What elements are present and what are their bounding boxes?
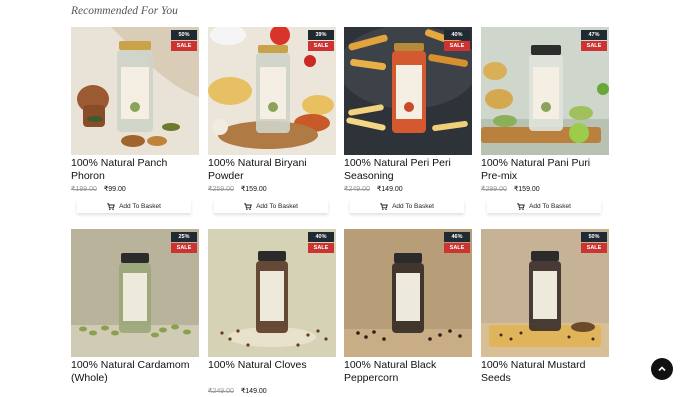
original-price: ₹249.00 — [344, 186, 370, 193]
product-image[interactable]: 47% SALE — [481, 27, 609, 155]
product-name[interactable]: 100% Natural Black Peppercorn — [344, 359, 472, 384]
discount-badge: 50% — [171, 30, 197, 40]
sale-price: ₹159.00 — [513, 186, 540, 193]
product-name[interactable]: 100% Natural Biryani Powder — [208, 157, 336, 182]
price-row: ₹249.00 ₹149.00 — [344, 185, 472, 195]
discount-badge: 46% — [444, 232, 470, 242]
product-image[interactable]: 39% SALE — [208, 27, 336, 155]
sale-price: ₹159.00 — [240, 186, 267, 193]
original-price: ₹199.00 — [71, 186, 97, 193]
product-name[interactable]: 100% Natural Cardamom (Whole) — [71, 359, 199, 384]
sale-badge: SALE — [171, 41, 197, 51]
scroll-to-top-button[interactable] — [651, 358, 673, 380]
sale-badge: SALE — [171, 243, 197, 253]
add-to-basket-label: Add To Basket — [256, 203, 298, 210]
product-name[interactable]: 100% Natural Peri Peri Seasoning — [344, 157, 472, 182]
product-name[interactable]: 100% Natural Panch Phoron — [71, 157, 199, 182]
product-card-cardamom-whole[interactable]: 25% SALE 100% Natural Cardamom (Whole) — [71, 229, 199, 384]
price-row: ₹299.00 ₹159.00 — [481, 185, 609, 195]
discount-badge: 25% — [171, 232, 197, 242]
product-image[interactable]: 40% SALE — [208, 229, 336, 357]
shopping-cart-icon — [517, 202, 525, 210]
add-to-basket-label: Add To Basket — [392, 203, 434, 210]
price-row: ₹199.00 ₹99.00 — [71, 185, 199, 195]
add-to-basket-button[interactable]: Add To Basket — [77, 200, 191, 213]
product-card-panch-phoron[interactable]: 50% SALE 100% Natural Panch Phoron ₹199.… — [71, 27, 199, 213]
discount-badge: 40% — [444, 30, 470, 40]
product-image[interactable]: 40% SALE — [344, 27, 472, 155]
discount-badge: 39% — [308, 30, 334, 40]
sale-badge: SALE — [308, 41, 334, 51]
add-to-basket-button[interactable]: Add To Basket — [487, 200, 601, 213]
add-to-basket-label: Add To Basket — [529, 203, 571, 210]
add-to-basket-button[interactable]: Add To Basket — [350, 200, 464, 213]
product-name[interactable]: 100% Natural Cloves — [208, 359, 336, 384]
product-image[interactable]: 50% SALE — [71, 27, 199, 155]
product-image[interactable]: 25% SALE — [71, 229, 199, 357]
original-price: ₹299.00 — [481, 186, 507, 193]
price-row: ₹249.00 ₹149.00 — [208, 387, 336, 397]
shopping-cart-icon — [244, 202, 252, 210]
product-card-pani-puri-premix[interactable]: 47% SALE 100% Natural Pani Puri Pre-mix … — [481, 27, 609, 213]
sale-badge: SALE — [581, 41, 607, 51]
product-image[interactable]: 50% SALE — [481, 229, 609, 357]
shopping-cart-icon — [107, 202, 115, 210]
section-title: Recommended For You — [71, 5, 178, 17]
shopping-cart-icon — [380, 202, 388, 210]
product-card-cloves[interactable]: 40% SALE 100% Natural Cloves ₹249.00 ₹14… — [208, 229, 336, 397]
sale-badge: SALE — [308, 243, 334, 253]
original-price: ₹249.00 — [208, 388, 234, 395]
sale-price: ₹149.00 — [376, 186, 403, 193]
price-row: ₹259.00 ₹159.00 — [208, 185, 336, 195]
chevron-up-icon — [658, 366, 666, 372]
add-to-basket-button[interactable]: Add To Basket — [214, 200, 328, 213]
sale-badge: SALE — [444, 41, 470, 51]
discount-badge: 47% — [581, 30, 607, 40]
sale-price: ₹99.00 — [103, 186, 126, 193]
discount-badge: 40% — [308, 232, 334, 242]
product-card-black-peppercorn[interactable]: 46% SALE 100% Natural Black Peppercorn — [344, 229, 472, 384]
product-image[interactable]: 46% SALE — [344, 229, 472, 357]
discount-badge: 50% — [581, 232, 607, 242]
product-card-biryani-powder[interactable]: 39% SALE 100% Natural Biryani Powder ₹25… — [208, 27, 336, 213]
add-to-basket-label: Add To Basket — [119, 203, 161, 210]
product-name[interactable]: 100% Natural Mustard Seeds — [481, 359, 609, 384]
product-card-mustard-seeds[interactable]: 50% SALE 100% Natural Mustard Seeds — [481, 229, 609, 384]
original-price: ₹259.00 — [208, 186, 234, 193]
product-card-peri-peri-seasoning[interactable]: 40% SALE 100% Natural Peri Peri Seasonin… — [344, 27, 472, 213]
sale-price: ₹149.00 — [240, 388, 267, 395]
sale-badge: SALE — [444, 243, 470, 253]
sale-badge: SALE — [581, 243, 607, 253]
product-name[interactable]: 100% Natural Pani Puri Pre-mix — [481, 157, 609, 182]
